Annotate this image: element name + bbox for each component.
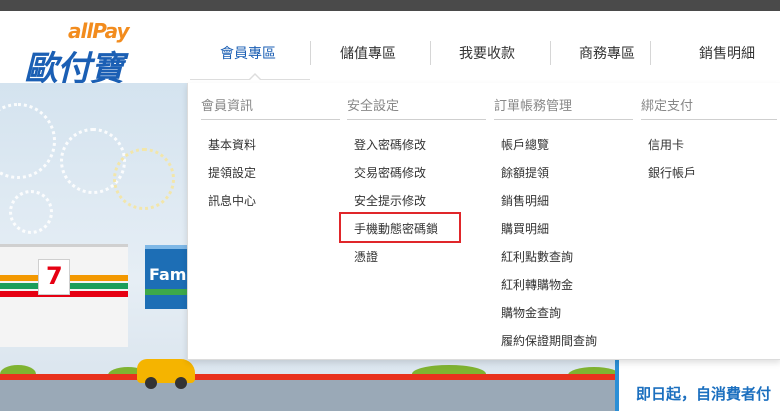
nav-separator <box>650 41 651 65</box>
menu-item-purchase-detail[interactable]: 購買明細 <box>501 218 549 240</box>
menu-item-withdraw-settings[interactable]: 提領設定 <box>208 162 256 184</box>
nav-receive-payment[interactable]: 我要收款 <box>443 41 531 67</box>
menu-item-change-security-hint[interactable]: 安全提示修改 <box>354 190 426 212</box>
column-title: 安全設定 <box>347 95 486 120</box>
nav-separator <box>310 41 311 65</box>
top-bar <box>0 0 780 11</box>
taxi-car <box>137 359 195 389</box>
nav-member-area[interactable]: 會員專區 <box>204 41 292 67</box>
menu-item-message-center[interactable]: 訊息中心 <box>208 190 256 212</box>
menu-item-change-transaction-password[interactable]: 交易密碼修改 <box>354 162 426 184</box>
menu-item-change-login-password[interactable]: 登入密碼修改 <box>354 134 426 156</box>
allpay-logo[interactable]: allPay 歐付寶 <box>24 19 144 89</box>
menu-item-escrow-period-query[interactable]: 履約保證期間查詢 <box>501 330 597 352</box>
menu-item-certificate[interactable]: 憑證 <box>354 246 378 268</box>
firework-decoration <box>113 148 175 210</box>
menu-item-mobile-otp-lock[interactable]: 手機動態密碼鎖 <box>354 218 438 240</box>
seven-eleven-logo: 7 <box>38 259 70 295</box>
menu-item-shopping-credit-query[interactable]: 購物金查詢 <box>501 302 561 324</box>
nav-sales-detail[interactable]: 銷售明細 <box>683 41 771 67</box>
nav-active-indicator <box>190 72 310 81</box>
menu-item-bonus-points-query[interactable]: 紅利點數查詢 <box>501 246 573 268</box>
nav-separator <box>550 41 551 65</box>
nav-top-up-area[interactable]: 儲值專區 <box>324 41 412 67</box>
logo-brand-text: allPay <box>68 19 130 43</box>
seven-eleven-store: 7 <box>0 244 128 347</box>
column-title: 綁定支付 <box>641 95 777 120</box>
member-dropdown-menu: 會員資訊 基本資料 提領設定 訊息中心 安全設定 登入密碼修改 交易密碼修改 安… <box>187 83 780 360</box>
menu-item-bank-account[interactable]: 銀行帳戶 <box>648 162 696 184</box>
column-title: 訂單帳務管理 <box>494 95 633 120</box>
firework-decoration <box>9 190 53 234</box>
column-title: 會員資訊 <box>201 95 340 120</box>
menu-item-basic-info[interactable]: 基本資料 <box>208 134 256 156</box>
menu-item-sales-detail[interactable]: 銷售明細 <box>501 190 549 212</box>
family-mart-store: Fam <box>145 245 190 309</box>
nav-business-area[interactable]: 商務專區 <box>563 41 651 67</box>
menu-item-balance-withdraw[interactable]: 餘額提領 <box>501 162 549 184</box>
menu-item-bonus-to-shopping-credit[interactable]: 紅利轉購物金 <box>501 274 573 296</box>
nav-separator <box>430 41 431 65</box>
menu-item-account-overview[interactable]: 帳戶總覽 <box>501 134 549 156</box>
menu-item-credit-card[interactable]: 信用卡 <box>648 134 684 156</box>
promo-text: 即日起，自消費者付 <box>636 385 772 403</box>
family-mart-label: Fam <box>149 265 187 284</box>
